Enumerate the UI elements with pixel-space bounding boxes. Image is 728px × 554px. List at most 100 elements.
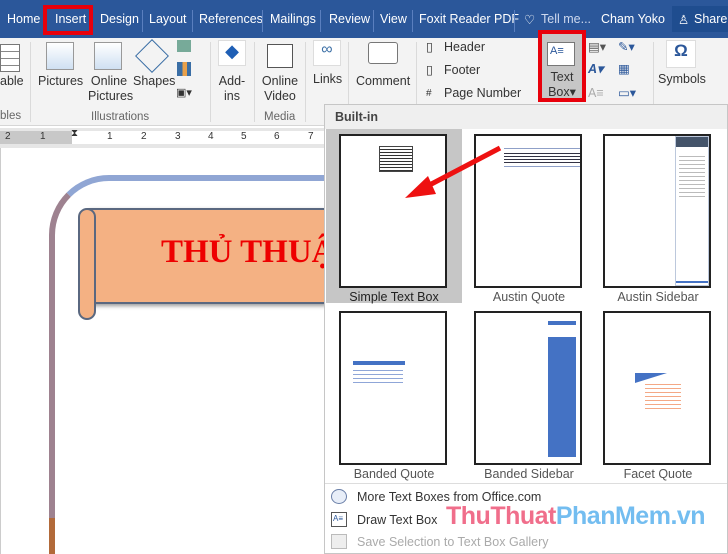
group-divider <box>210 42 211 122</box>
tab-references[interactable]: References <box>199 12 263 26</box>
gallery-item-label: Austin Quote <box>492 290 566 304</box>
share-label: Share <box>694 12 728 26</box>
person-icon: ♙ <box>678 13 690 27</box>
tab-foxit-reader-pdf[interactable]: Foxit Reader PDF <box>419 12 519 26</box>
chart-icon[interactable] <box>177 62 191 76</box>
tab-separator <box>320 10 321 32</box>
gallery-item-banded-sidebar[interactable]: Banded Sidebar <box>461 306 597 481</box>
table-icon <box>0 44 20 72</box>
thumbnail-text <box>645 381 681 409</box>
gallery-item-label: Simple Text Box <box>349 290 439 304</box>
lightbulb-icon: ♡ <box>524 13 536 27</box>
ruler-tick-label: 4 <box>208 131 214 142</box>
ruler-tick-label: 6 <box>274 131 280 142</box>
page-number-button[interactable]: Page Number <box>444 86 521 101</box>
menu-item-label: Save Selection to Text Box Gallery <box>357 535 549 549</box>
comment-button[interactable]: Comment <box>356 74 410 89</box>
smartart-icon[interactable] <box>177 40 191 52</box>
user-name[interactable]: Cham Yoko <box>601 12 665 26</box>
pictures-icon <box>46 42 74 70</box>
link-icon: ∞ <box>313 40 341 66</box>
watermark-part2: PhanMem.vn <box>555 502 706 530</box>
tab-review[interactable]: Review <box>329 12 370 26</box>
drop-cap-icon[interactable]: A≡ <box>588 86 604 101</box>
office-online-icon <box>331 489 347 504</box>
indent-marker[interactable]: ⧗ <box>71 128 78 139</box>
ruler-tick-label: 2 <box>141 131 147 142</box>
table-button[interactable]: able <box>0 74 24 89</box>
gallery-item-austin-sidebar[interactable]: Austin Sidebar <box>590 129 726 304</box>
store-icon: ◆ <box>218 40 246 66</box>
scroll-banner-shape[interactable]: THỦ THUẬ <box>87 208 324 304</box>
ruler-tick-label: 1 <box>40 131 46 142</box>
group-divider <box>305 42 306 122</box>
horizontal-ruler[interactable]: 2 1 1 2 3 4 5 6 7 ⧗ <box>0 128 324 148</box>
tab-view[interactable]: View <box>380 12 407 26</box>
signature-line-icon[interactable]: ✎▾ <box>618 40 635 55</box>
gallery-item-label: Banded Quote <box>353 467 435 481</box>
thumbnail-sidebar <box>548 337 576 457</box>
wordart-icon[interactable]: A▾ <box>588 62 603 77</box>
tab-layout[interactable]: Layout <box>149 12 187 26</box>
thumbnail-band <box>548 321 576 325</box>
tell-me-search[interactable]: Tell me... <box>541 12 591 26</box>
arrow-head <box>405 176 436 198</box>
date-time-icon[interactable]: ▦ <box>618 62 630 77</box>
save-selection-icon <box>331 534 347 549</box>
tab-home[interactable]: Home <box>7 12 40 26</box>
group-media: Media <box>264 111 296 123</box>
object-icon[interactable]: ▭▾ <box>618 86 636 101</box>
text-box-gallery: Built-in Simple Text Box Austin Quote Au… <box>324 104 728 554</box>
label: Add- <box>218 74 246 88</box>
gallery-item-banded-quote[interactable]: Banded Quote <box>326 306 462 481</box>
quick-parts-icon[interactable]: ▤▾ <box>588 40 606 55</box>
insert-highlight <box>43 5 93 35</box>
tab-design[interactable]: Design <box>100 12 139 26</box>
label: Online <box>261 74 299 88</box>
gallery-section-header: Built-in <box>325 105 727 129</box>
online-pictures-icon <box>94 42 122 70</box>
red-arrow-annotation <box>405 145 502 198</box>
gallery-item-facet-quote[interactable]: Facet Quote <box>590 306 726 481</box>
thumbnail <box>474 311 582 465</box>
scroll-roll <box>78 208 96 320</box>
draw-text-box-icon: A≡ <box>331 512 347 527</box>
thumbnail-sidebar <box>675 136 709 286</box>
watermark-part1: ThuThuat <box>446 502 556 530</box>
save-selection-item: Save Selection to Text Box Gallery <box>325 530 727 554</box>
pictures-button[interactable]: Pictures <box>38 74 83 89</box>
group-divider <box>254 42 255 122</box>
comment-icon <box>368 42 398 64</box>
menu-divider <box>325 483 727 484</box>
label: Pictures <box>88 89 134 103</box>
shapes-button[interactable]: Shapes <box>133 74 175 89</box>
banner-text: THỦ THUẬ <box>161 234 324 270</box>
ruler-tick-label: 5 <box>241 131 247 142</box>
arrow-shaft <box>418 145 502 193</box>
omega-icon: Ω <box>666 40 696 68</box>
page-number-icon: # <box>426 88 432 99</box>
online-video-icon <box>267 44 293 68</box>
symbols-button[interactable]: Symbols <box>658 72 706 87</box>
footer-button[interactable]: Footer <box>444 63 480 78</box>
header-button[interactable]: Header <box>444 40 485 55</box>
online-video-button[interactable]: Online Video <box>260 74 300 104</box>
tab-separator <box>514 10 515 32</box>
shapes-icon <box>135 39 169 73</box>
group-illustrations: Illustrations <box>91 111 150 123</box>
frame-bottom-segment <box>49 518 55 554</box>
online-pictures-button[interactable]: Online Pictures <box>88 74 134 104</box>
gallery-item-label: Banded Sidebar <box>484 467 574 481</box>
document-page[interactable]: THỦ THUẬ <box>0 148 324 554</box>
share-button[interactable]: ♙ Share <box>672 6 728 32</box>
thumbnail-text <box>504 151 580 163</box>
thumbnail <box>603 311 711 465</box>
links-button[interactable]: Links <box>313 72 342 87</box>
tab-separator <box>262 10 263 32</box>
header-icon: ▯ <box>426 40 433 54</box>
tab-mailings[interactable]: Mailings <box>270 12 316 26</box>
screenshot-icon[interactable]: ▣▾ <box>176 86 192 99</box>
footer-icon: ▯ <box>426 63 433 77</box>
addins-button[interactable]: Add-ins <box>218 74 246 104</box>
thumbnail <box>339 311 447 465</box>
